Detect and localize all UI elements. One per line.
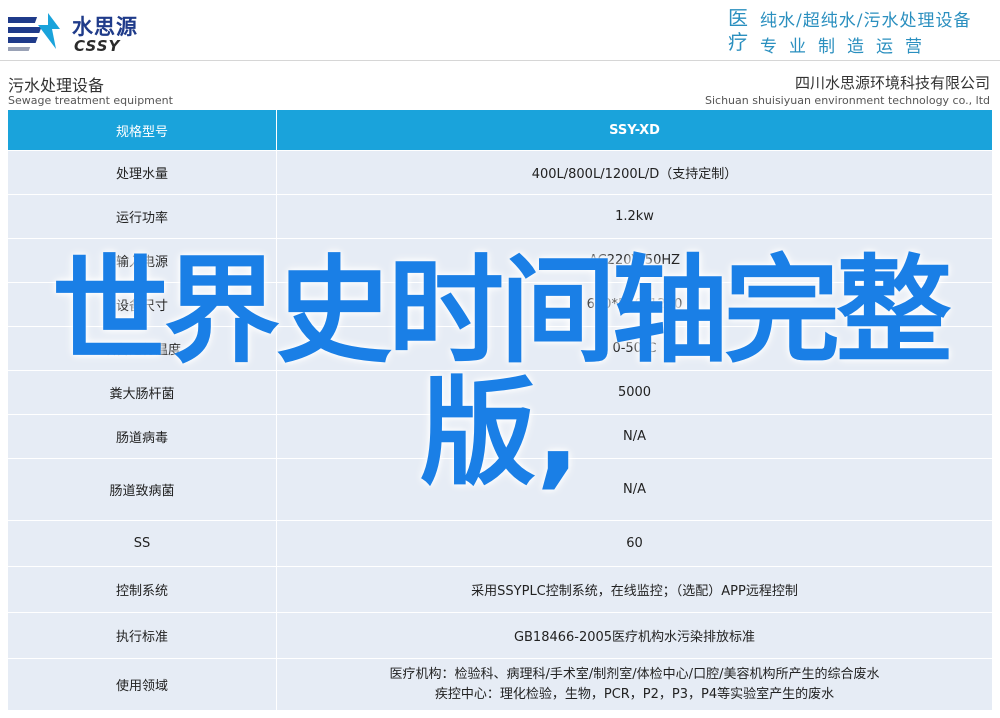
- slogan-badge: 医疗: [728, 6, 748, 54]
- row-key: 设备尺寸: [8, 282, 277, 327]
- row-value: N/A: [276, 414, 992, 459]
- table-header-row: 规格型号 SSY-XD: [8, 110, 992, 151]
- header-key-cell: 规格型号: [8, 110, 277, 151]
- row-key: 肠道病毒: [8, 414, 277, 459]
- row-value: 1.2kw: [276, 194, 992, 239]
- table-row: 粪大肠杆菌 5000: [8, 370, 992, 415]
- slogan-tagline: 专业制造运营: [760, 37, 934, 57]
- row-key: 粪大肠杆菌: [8, 370, 277, 415]
- row-key: 执行标准: [8, 612, 277, 659]
- usage-medical-institutions: 医疗机构：检验科、病理科/手术室/制剂室/体检中心/口腔/美容机构所产生的综合废…: [389, 666, 880, 682]
- row-key: 使用领域: [8, 658, 277, 711]
- table-row: 输入电源 AC220V/50HZ: [8, 238, 992, 283]
- row-value: N/A: [276, 458, 992, 521]
- table-row: 处理水量 400L/800L/1200L/D（支持定制）: [8, 150, 992, 195]
- product-category-cn: 污水处理设备: [8, 76, 105, 95]
- logo-waves-icon: [8, 13, 60, 51]
- row-key: 控制系统: [8, 566, 277, 613]
- product-category-en: Sewage treatment equipment: [8, 94, 173, 107]
- row-value: 60: [276, 520, 992, 567]
- row-value: 600*560*1200: [276, 282, 992, 327]
- company-logo[interactable]: 水思源 CSSY: [8, 5, 168, 55]
- row-value: 5000: [276, 370, 992, 415]
- table-row: 设备尺寸 600*560*1200: [8, 282, 992, 327]
- usage-disease-control: 疾控中心：理化检验，生物，PCR，P2，P3，P4等实验室产生的废水: [434, 686, 835, 702]
- header-divider: [0, 60, 1000, 61]
- spec-table: 规格型号 SSY-XD 处理水量 400L/800L/1200L/D（支持定制）…: [8, 110, 992, 711]
- row-value: AC220V/50HZ: [276, 238, 992, 283]
- slogan-services: 纯水/超纯水/污水处理设备: [760, 11, 972, 31]
- table-row: 设备运行温度 0-50℃: [8, 326, 992, 371]
- table-row: 运行功率 1.2kw: [8, 194, 992, 239]
- row-key: 运行功率: [8, 194, 277, 239]
- row-value: GB18466-2005医疗机构水污染排放标准: [276, 612, 992, 659]
- company-name-en: Sichuan shuisiyuan environment technolog…: [704, 94, 990, 107]
- table-row: 控制系统 采用SSYPLC控制系统，在线监控；（选配）APP远程控制: [8, 566, 992, 613]
- table-row: 执行标准 GB18466-2005医疗机构水污染排放标准: [8, 612, 992, 659]
- table-row: SS 60: [8, 520, 992, 567]
- row-value: 0-50℃: [276, 326, 992, 371]
- table-row: 肠道致病菌 N/A: [8, 458, 992, 521]
- row-key: 输入电源: [8, 238, 277, 283]
- row-value: 400L/800L/1200L/D（支持定制）: [276, 150, 992, 195]
- row-value: 医疗机构：检验科、病理科/手术室/制剂室/体检中心/口腔/美容机构所产生的综合废…: [276, 658, 992, 711]
- top-header: 水思源 CSSY 医疗 纯水/超纯水/污水处理设备 专业制造运营: [0, 0, 1000, 60]
- row-key: 设备运行温度: [8, 326, 277, 371]
- row-key: 肠道致病菌: [8, 458, 277, 521]
- table-row: 肠道病毒 N/A: [8, 414, 992, 459]
- brand-name-en: CSSY: [74, 37, 121, 55]
- row-value: 采用SSYPLC控制系统，在线监控；（选配）APP远程控制: [276, 566, 992, 613]
- row-key: SS: [8, 520, 277, 567]
- header-value-cell: SSY-XD: [276, 110, 992, 151]
- table-row: 使用领域 医疗机构：检验科、病理科/手术室/制剂室/体检中心/口腔/美容机构所产…: [8, 658, 992, 711]
- company-name-cn: 四川水思源环境科技有限公司: [794, 74, 990, 92]
- row-key: 处理水量: [8, 150, 277, 195]
